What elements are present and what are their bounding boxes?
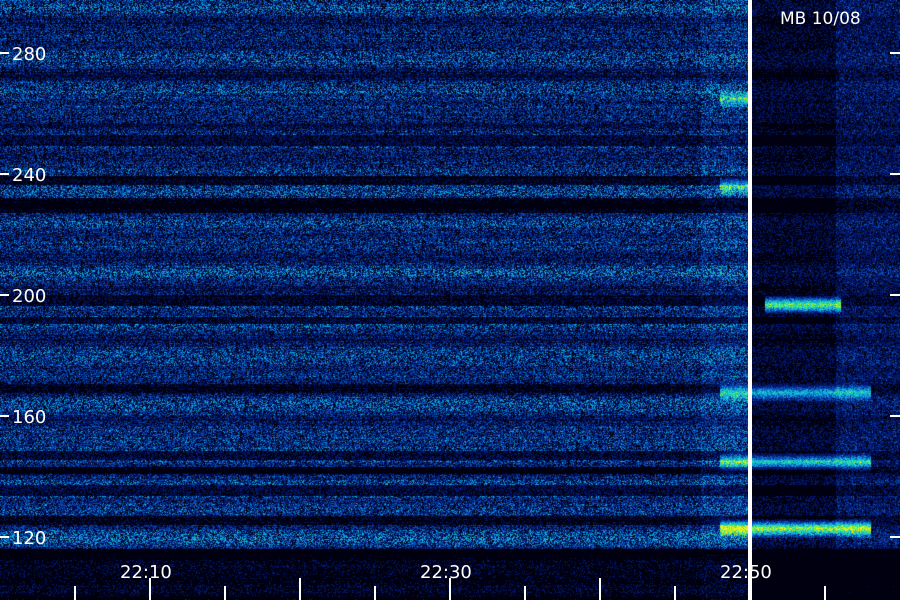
y-tick-label: 120 xyxy=(12,528,46,549)
x-tick-label: 22:30 xyxy=(420,562,472,583)
x-tick-label: 22:50 xyxy=(720,562,772,583)
x-tick-label: 22:10 xyxy=(120,562,172,583)
y-axis-right xyxy=(890,52,900,538)
chart-overlay: 120 160 200 240 280 22:10 22:30 22:50 MB 10/08 xyxy=(0,0,900,600)
y-tick-label: 240 xyxy=(12,165,46,186)
station-date-label: MB 10/08 xyxy=(780,9,861,29)
spectrogram-chart: 120 160 200 240 280 22:10 22:30 22:50 MB 10/08 xyxy=(0,0,900,600)
y-axis-left: 120 160 200 240 280 xyxy=(0,44,46,549)
y-tick-label: 160 xyxy=(12,407,46,428)
y-tick-label: 280 xyxy=(12,44,46,65)
y-tick-label: 200 xyxy=(12,286,46,307)
x-axis: 22:10 22:30 22:50 xyxy=(74,562,826,600)
